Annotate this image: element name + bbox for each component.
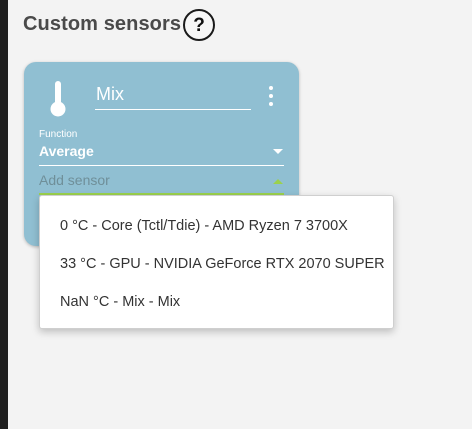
add-sensor-placeholder: Add sensor (39, 172, 110, 188)
sensor-option[interactable]: 0 °C - Core (Tctl/Tdie) - AMD Ryzen 7 37… (40, 207, 393, 245)
function-label: Function (39, 129, 78, 140)
chevron-down-icon (273, 149, 283, 154)
chevron-up-icon (273, 179, 283, 184)
window-edge (0, 0, 8, 429)
function-value: Average (39, 143, 94, 159)
add-sensor-select[interactable]: Add sensor (39, 171, 284, 195)
sensor-dropdown-menu: 0 °C - Core (Tctl/Tdie) - AMD Ryzen 7 37… (39, 195, 394, 329)
page-title: Custom sensors (23, 13, 182, 35)
sensor-option[interactable]: NaN °C - Mix - Mix (40, 283, 393, 321)
sensor-name-value: Mix (96, 84, 124, 104)
question-mark-icon: ? (193, 14, 205, 36)
function-select[interactable]: Average (39, 141, 284, 166)
help-button[interactable]: ? (183, 9, 215, 41)
sensor-name-input[interactable]: Mix (95, 82, 251, 110)
more-options-icon[interactable] (267, 86, 275, 110)
thermometer-icon (50, 81, 66, 117)
sensor-option[interactable]: 33 °C - GPU - NVIDIA GeForce RTX 2070 SU… (40, 245, 393, 283)
